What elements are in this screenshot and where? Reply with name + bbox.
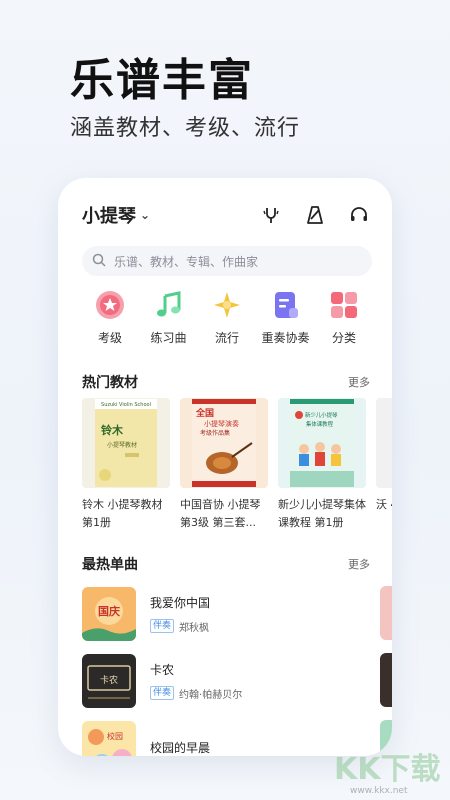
app-screen: 小提琴 ⌄ 乐谱、教材、专辑、作曲家 考级 练习曲 流行 重奏协奏 分类 热门教… bbox=[58, 178, 392, 756]
book-cover-title: 新少儿小提琴 bbox=[305, 411, 338, 419]
category-label: 重奏协奏 bbox=[261, 331, 310, 345]
star-badge-icon bbox=[95, 290, 125, 320]
hot-songs-list: 国庆 我爱你中国 伴奏 郑秋枫 卡农 卡农 伴奏 约翰·帕赫贝尔 校园 校园的早… bbox=[82, 580, 392, 756]
book-cover bbox=[376, 398, 392, 488]
song-name: 校园的早晨 bbox=[150, 741, 211, 755]
instrument-label: 小提琴 bbox=[82, 206, 136, 227]
book-title: 沃 45 bbox=[376, 498, 392, 511]
category-etude[interactable]: 练习曲 bbox=[141, 290, 197, 346]
search-placeholder: 乐谱、教材、专辑、作曲家 bbox=[114, 254, 259, 269]
song-thumb-text: 校园 bbox=[107, 731, 123, 741]
book-title: 铃木 小提琴教材第1册 bbox=[82, 498, 163, 529]
category-ensemble[interactable]: 重奏协奏 bbox=[258, 290, 314, 346]
category-label: 流行 bbox=[214, 331, 239, 345]
book-card[interactable]: 沃 45 bbox=[376, 398, 392, 532]
book-card[interactable]: 新少儿小提琴 集体课教程 新少儿小提琴集体课教程 第1册 bbox=[278, 398, 366, 532]
book-cover-top-text: Suzuki Violin School bbox=[101, 402, 151, 408]
song-thumb-text: 国庆 bbox=[98, 604, 120, 618]
chevron-down-icon: ⌄ bbox=[140, 208, 151, 222]
instrument-selector[interactable]: 小提琴 ⌄ bbox=[82, 202, 150, 228]
watermark-logo: KK下载 bbox=[334, 752, 441, 787]
book-title: 中国音协 小提琴第3级 第三套... bbox=[180, 498, 261, 529]
search-icon bbox=[92, 253, 106, 270]
music-note-icon bbox=[154, 290, 184, 320]
metronome-icon[interactable] bbox=[304, 204, 326, 226]
book-card[interactable]: Suzuki Violin School 铃木 小提琴教材 铃木 小提琴教材第1… bbox=[82, 398, 170, 532]
hot-books-list: Suzuki Violin School 铃木 小提琴教材 铃木 小提琴教材第1… bbox=[82, 398, 392, 532]
promo-subline: 涵盖教材、考级、流行 bbox=[70, 116, 301, 141]
search-bar[interactable]: 乐谱、教材、专辑、作曲家 bbox=[82, 246, 372, 276]
book-cover-title: 全国 bbox=[195, 407, 214, 419]
book-cover-subtitle: 小提琴演奏 bbox=[204, 419, 239, 428]
book-cover-top-text: 考级作品集 bbox=[200, 429, 230, 437]
grid-icon bbox=[329, 290, 359, 320]
hot-books-more-link[interactable]: 更多 bbox=[348, 374, 370, 390]
book-cover: 全国 小提琴演奏 考级作品集 bbox=[180, 398, 268, 488]
next-card-peek bbox=[380, 653, 392, 707]
accompaniment-badge: 伴奏 bbox=[150, 619, 175, 633]
book-cover-subtitle: 小提琴教材 bbox=[107, 441, 137, 449]
category-pop[interactable]: 流行 bbox=[199, 290, 255, 346]
song-thumbnail: 国庆 bbox=[82, 586, 136, 641]
book-cover-title: 铃木 bbox=[101, 423, 124, 437]
song-thumbnail: 卡农 bbox=[82, 653, 136, 708]
book-cover: 新少儿小提琴 集体课教程 bbox=[278, 398, 366, 488]
song-thumbnail: 校园 bbox=[82, 720, 136, 756]
watermark-url: www.kkx.net bbox=[350, 786, 408, 796]
song-row[interactable]: 国庆 我爱你中国 伴奏 郑秋枫 bbox=[82, 580, 392, 647]
tuning-fork-icon[interactable] bbox=[260, 204, 282, 226]
accompaniment-badge: 伴奏 bbox=[150, 686, 175, 700]
category-row: 考级 练习曲 流行 重奏协奏 分类 bbox=[82, 290, 372, 346]
song-artist: 郑秋枫 bbox=[179, 622, 210, 634]
sparkle-icon bbox=[212, 290, 242, 320]
book-title: 新少儿小提琴集体课教程 第1册 bbox=[278, 498, 366, 529]
headset-icon[interactable] bbox=[348, 204, 370, 226]
top-bar: 小提琴 ⌄ bbox=[82, 202, 370, 228]
song-artist: 约翰·帕赫贝尔 bbox=[179, 689, 243, 701]
hot-songs-title: 最热单曲 bbox=[82, 557, 138, 573]
song-row[interactable]: 卡农 卡农 伴奏 约翰·帕赫贝尔 bbox=[82, 647, 392, 714]
song-thumb-text: 卡农 bbox=[100, 674, 118, 686]
book-cover: Suzuki Violin School 铃木 小提琴教材 bbox=[82, 398, 170, 488]
book-cover-subtitle: 集体课教程 bbox=[306, 420, 334, 428]
ensemble-icon bbox=[271, 290, 301, 320]
category-exam[interactable]: 考级 bbox=[82, 290, 138, 346]
promo-headline: 乐谱丰富 bbox=[70, 55, 254, 106]
song-name: 我爱你中国 bbox=[150, 595, 211, 610]
next-card-peek bbox=[380, 586, 392, 640]
song-name: 卡农 bbox=[150, 662, 175, 677]
category-label: 练习曲 bbox=[150, 331, 187, 345]
category-all[interactable]: 分类 bbox=[316, 290, 372, 346]
category-label: 考级 bbox=[97, 331, 122, 345]
book-card[interactable]: 全国 小提琴演奏 考级作品集 中国音协 小提琴第3级 第三套... bbox=[180, 398, 268, 532]
hot-books-title: 热门教材 bbox=[82, 375, 138, 391]
hot-songs-more-link[interactable]: 更多 bbox=[348, 556, 370, 572]
category-label: 分类 bbox=[331, 331, 356, 345]
